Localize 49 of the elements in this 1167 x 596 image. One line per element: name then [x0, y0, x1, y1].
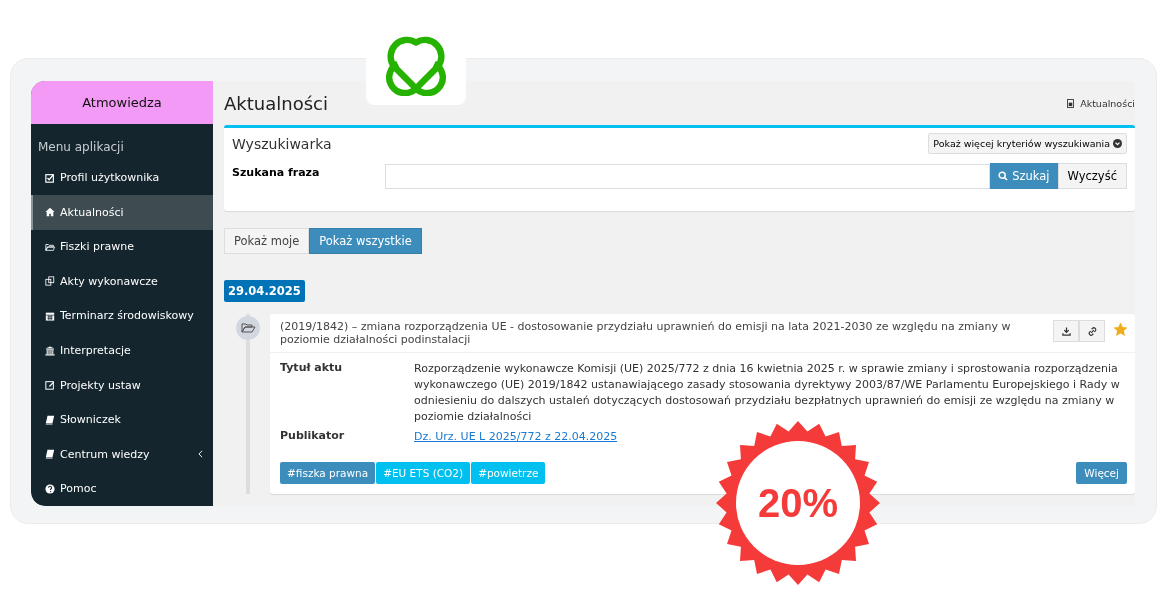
- sidebar-item[interactable]: Pomoc: [31, 471, 213, 506]
- detail-value: Rozporządzenie wykonawcze Komisji (UE) 2025/772 z dnia 16 kwietnia 2025 r. w sprawie zmiany i sprostowania rozporządzenia wykonawczego (UE) 2019/1842 ustanawiającego zasady stosowania dyrektywy 2003/87/WE Parlamentu Europejskiego i Rady w odniesieniu do dalszych ustaleń dotyczących dostosowań przydziału bezpłatnych uprawnień do emisji ze względu na zmiany w poziomie działalności: [414, 361, 1121, 425]
- sidebar-item[interactable]: Interpretacje: [31, 333, 213, 368]
- brand-name: Atmowiedza: [82, 95, 162, 111]
- sidebar-item[interactable]: Profil użytkownika: [31, 160, 213, 195]
- sidebar-item[interactable]: Centrum wiedzy: [31, 436, 213, 472]
- more-button[interactable]: Więcej: [1076, 462, 1127, 484]
- calendar-icon: [45, 310, 55, 321]
- filter-button[interactable]: Pokaż moje: [224, 228, 310, 254]
- bank-icon: [45, 345, 55, 356]
- clear-button[interactable]: Wyczyść: [1057, 163, 1127, 189]
- menu-heading: Menu aplikacji: [37, 139, 125, 157]
- home-icon: [45, 207, 55, 218]
- detail-label: Tytuł aktu: [280, 361, 344, 376]
- tag[interactable]: #fiszka prawna: [280, 462, 376, 484]
- field-label: Szukana fraza: [232, 166, 321, 179]
- link-icon: [1087, 326, 1097, 336]
- detail-label: Publikator: [280, 429, 346, 444]
- page-title: Aktualności: [224, 92, 328, 114]
- sidebar-item[interactable]: Aktualności: [31, 195, 213, 230]
- copy-icon: [45, 276, 55, 287]
- chevron-left-icon: [198, 450, 203, 459]
- search-button[interactable]: Szukaj: [990, 163, 1058, 189]
- more-criteria-button[interactable]: Pokaż więcej kryteriów wyszukiwania: [928, 133, 1127, 154]
- chevron-down-icon: [1113, 139, 1122, 148]
- star-icon[interactable]: [1114, 323, 1127, 336]
- panel-title: Wyszukiwarka: [232, 135, 332, 152]
- search-icon: [998, 171, 1009, 181]
- date-label: 29.04.2025: [224, 280, 305, 302]
- link-button[interactable]: [1079, 320, 1105, 342]
- edit-icon: [45, 380, 55, 391]
- sidebar-item[interactable]: Terminarz środowiskowy: [31, 298, 213, 334]
- sidebar-item[interactable]: Słowniczek: [31, 402, 213, 437]
- sidebar-item[interactable]: Fiszki prawne: [31, 229, 213, 265]
- download-icon: [1061, 326, 1071, 336]
- filter-button[interactable]: Pokaż wszystkie: [309, 228, 422, 254]
- folder-icon: [45, 241, 55, 252]
- news-title: (2019/1842) – zmiana rozporządzenia UE - dostosowanie przydziału uprawnień do emisji na lata 2021-2030 ze względu na zmiany w poziomie działalności podinstalacji: [280, 320, 1012, 346]
- breadcrumb[interactable]: Aktualności: [1080, 97, 1135, 109]
- sidebar-item[interactable]: Projekty ustaw: [31, 367, 213, 403]
- book-icon: [45, 449, 55, 460]
- download-button[interactable]: [1053, 320, 1079, 342]
- search-field[interactable]: [385, 163, 991, 189]
- discount-text: 20%: [757, 480, 839, 526]
- help-icon: [45, 483, 55, 494]
- book-icon: [45, 414, 55, 425]
- sidebar-item[interactable]: Akty wykonawcze: [31, 264, 213, 299]
- publication-link[interactable]: Dz. Urz. UE L 2025/772 z 22.04.2025: [414, 429, 618, 445]
- checkbox-icon: [45, 172, 55, 183]
